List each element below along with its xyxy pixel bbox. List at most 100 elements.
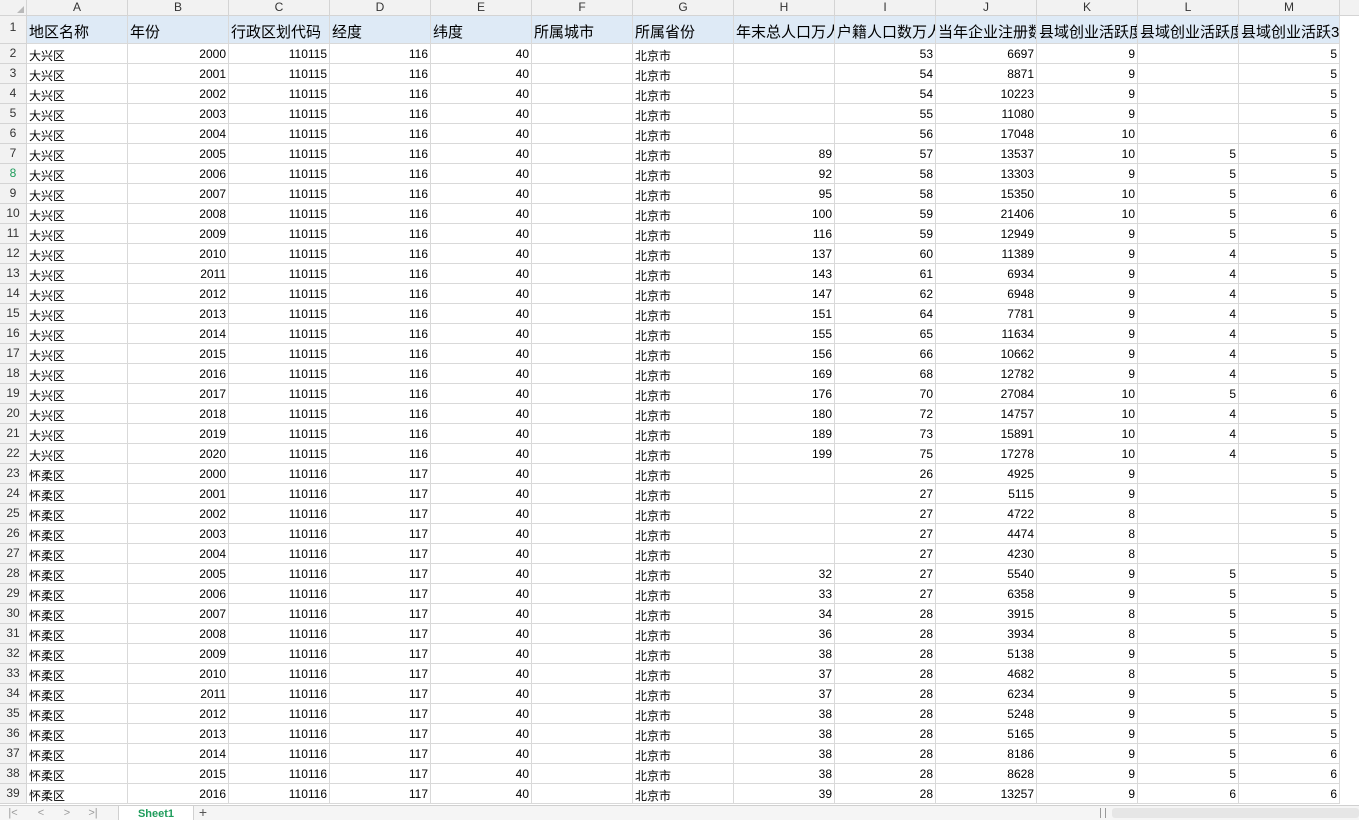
cell-d16[interactable]: 116 [330, 324, 431, 344]
cell-i32[interactable]: 28 [835, 644, 936, 664]
row-header-30[interactable]: 30 [0, 604, 27, 624]
cell-e31[interactable]: 40 [431, 624, 532, 644]
cell-b31[interactable]: 2008 [128, 624, 229, 644]
row-header-19[interactable]: 19 [0, 384, 27, 404]
cell-g26[interactable]: 北京市 [633, 524, 734, 544]
cell-k39[interactable]: 9 [1037, 784, 1138, 804]
cell-g12[interactable]: 北京市 [633, 244, 734, 264]
cell-l26[interactable] [1138, 524, 1239, 544]
cell-h30[interactable]: 34 [734, 604, 835, 624]
column-header-j[interactable]: J [936, 0, 1037, 15]
cell-h2[interactable] [734, 44, 835, 64]
cell-b30[interactable]: 2007 [128, 604, 229, 624]
cell-c6[interactable]: 110115 [229, 124, 330, 144]
header-cell-g[interactable]: 所属省份 [633, 16, 734, 44]
cell-l36[interactable]: 5 [1138, 724, 1239, 744]
cell-f25[interactable] [532, 504, 633, 524]
cell-c4[interactable]: 110115 [229, 84, 330, 104]
cell-g38[interactable]: 北京市 [633, 764, 734, 784]
add-sheet-button[interactable]: + [196, 805, 210, 820]
row-header-7[interactable]: 7 [0, 144, 27, 164]
cell-a2[interactable]: 大兴区 [27, 44, 128, 64]
cell-c15[interactable]: 110115 [229, 304, 330, 324]
cell-m23[interactable]: 5 [1239, 464, 1340, 484]
cell-g2[interactable]: 北京市 [633, 44, 734, 64]
row-header-33[interactable]: 33 [0, 664, 27, 684]
cell-i12[interactable]: 60 [835, 244, 936, 264]
cell-l8[interactable]: 5 [1138, 164, 1239, 184]
cell-e25[interactable]: 40 [431, 504, 532, 524]
cell-b17[interactable]: 2015 [128, 344, 229, 364]
cell-k15[interactable]: 9 [1037, 304, 1138, 324]
cell-f33[interactable] [532, 664, 633, 684]
row-header-23[interactable]: 23 [0, 464, 27, 484]
cell-e3[interactable]: 40 [431, 64, 532, 84]
cell-c3[interactable]: 110115 [229, 64, 330, 84]
cell-k20[interactable]: 10 [1037, 404, 1138, 424]
cell-l15[interactable]: 4 [1138, 304, 1239, 324]
row-header-28[interactable]: 28 [0, 564, 27, 584]
cell-j32[interactable]: 5138 [936, 644, 1037, 664]
cell-b6[interactable]: 2004 [128, 124, 229, 144]
cell-c30[interactable]: 110116 [229, 604, 330, 624]
cell-a14[interactable]: 大兴区 [27, 284, 128, 304]
row-header-5[interactable]: 5 [0, 104, 27, 124]
row-header-11[interactable]: 11 [0, 224, 27, 244]
cell-j2[interactable]: 6697 [936, 44, 1037, 64]
cell-l5[interactable] [1138, 104, 1239, 124]
cell-k34[interactable]: 9 [1037, 684, 1138, 704]
cell-f34[interactable] [532, 684, 633, 704]
cell-d32[interactable]: 117 [330, 644, 431, 664]
cell-b7[interactable]: 2005 [128, 144, 229, 164]
row-header-15[interactable]: 15 [0, 304, 27, 324]
cell-k22[interactable]: 10 [1037, 444, 1138, 464]
cell-d7[interactable]: 116 [330, 144, 431, 164]
cell-e27[interactable]: 40 [431, 544, 532, 564]
cell-k6[interactable]: 10 [1037, 124, 1138, 144]
header-cell-a[interactable]: 地区名称 [27, 16, 128, 44]
cell-b21[interactable]: 2019 [128, 424, 229, 444]
cell-h38[interactable]: 38 [734, 764, 835, 784]
row-header-2[interactable]: 2 [0, 44, 27, 64]
cell-l13[interactable]: 4 [1138, 264, 1239, 284]
cell-g37[interactable]: 北京市 [633, 744, 734, 764]
cell-j12[interactable]: 11389 [936, 244, 1037, 264]
cell-h28[interactable]: 32 [734, 564, 835, 584]
cell-f32[interactable] [532, 644, 633, 664]
cell-m39[interactable]: 6 [1239, 784, 1340, 804]
cell-d5[interactable]: 116 [330, 104, 431, 124]
cell-a18[interactable]: 大兴区 [27, 364, 128, 384]
cell-b19[interactable]: 2017 [128, 384, 229, 404]
cell-m36[interactable]: 5 [1239, 724, 1340, 744]
cell-b5[interactable]: 2003 [128, 104, 229, 124]
cell-c39[interactable]: 110116 [229, 784, 330, 804]
cell-c28[interactable]: 110116 [229, 564, 330, 584]
cell-m13[interactable]: 5 [1239, 264, 1340, 284]
cell-f17[interactable] [532, 344, 633, 364]
select-all-corner[interactable] [0, 0, 27, 15]
header-cell-d[interactable]: 经度 [330, 16, 431, 44]
cell-f24[interactable] [532, 484, 633, 504]
cell-m22[interactable]: 5 [1239, 444, 1340, 464]
cell-l24[interactable] [1138, 484, 1239, 504]
cell-l29[interactable]: 5 [1138, 584, 1239, 604]
cell-k33[interactable]: 8 [1037, 664, 1138, 684]
cell-f26[interactable] [532, 524, 633, 544]
cell-e24[interactable]: 40 [431, 484, 532, 504]
cell-c14[interactable]: 110115 [229, 284, 330, 304]
cell-h19[interactable]: 176 [734, 384, 835, 404]
cell-i3[interactable]: 54 [835, 64, 936, 84]
cell-d30[interactable]: 117 [330, 604, 431, 624]
cell-g8[interactable]: 北京市 [633, 164, 734, 184]
cell-a31[interactable]: 怀柔区 [27, 624, 128, 644]
cell-m33[interactable]: 5 [1239, 664, 1340, 684]
cell-c29[interactable]: 110116 [229, 584, 330, 604]
cell-l38[interactable]: 5 [1138, 764, 1239, 784]
cell-d34[interactable]: 117 [330, 684, 431, 704]
cell-j38[interactable]: 8628 [936, 764, 1037, 784]
cell-d4[interactable]: 116 [330, 84, 431, 104]
cell-j35[interactable]: 5248 [936, 704, 1037, 724]
cell-f4[interactable] [532, 84, 633, 104]
cell-b26[interactable]: 2003 [128, 524, 229, 544]
cell-m18[interactable]: 5 [1239, 364, 1340, 384]
